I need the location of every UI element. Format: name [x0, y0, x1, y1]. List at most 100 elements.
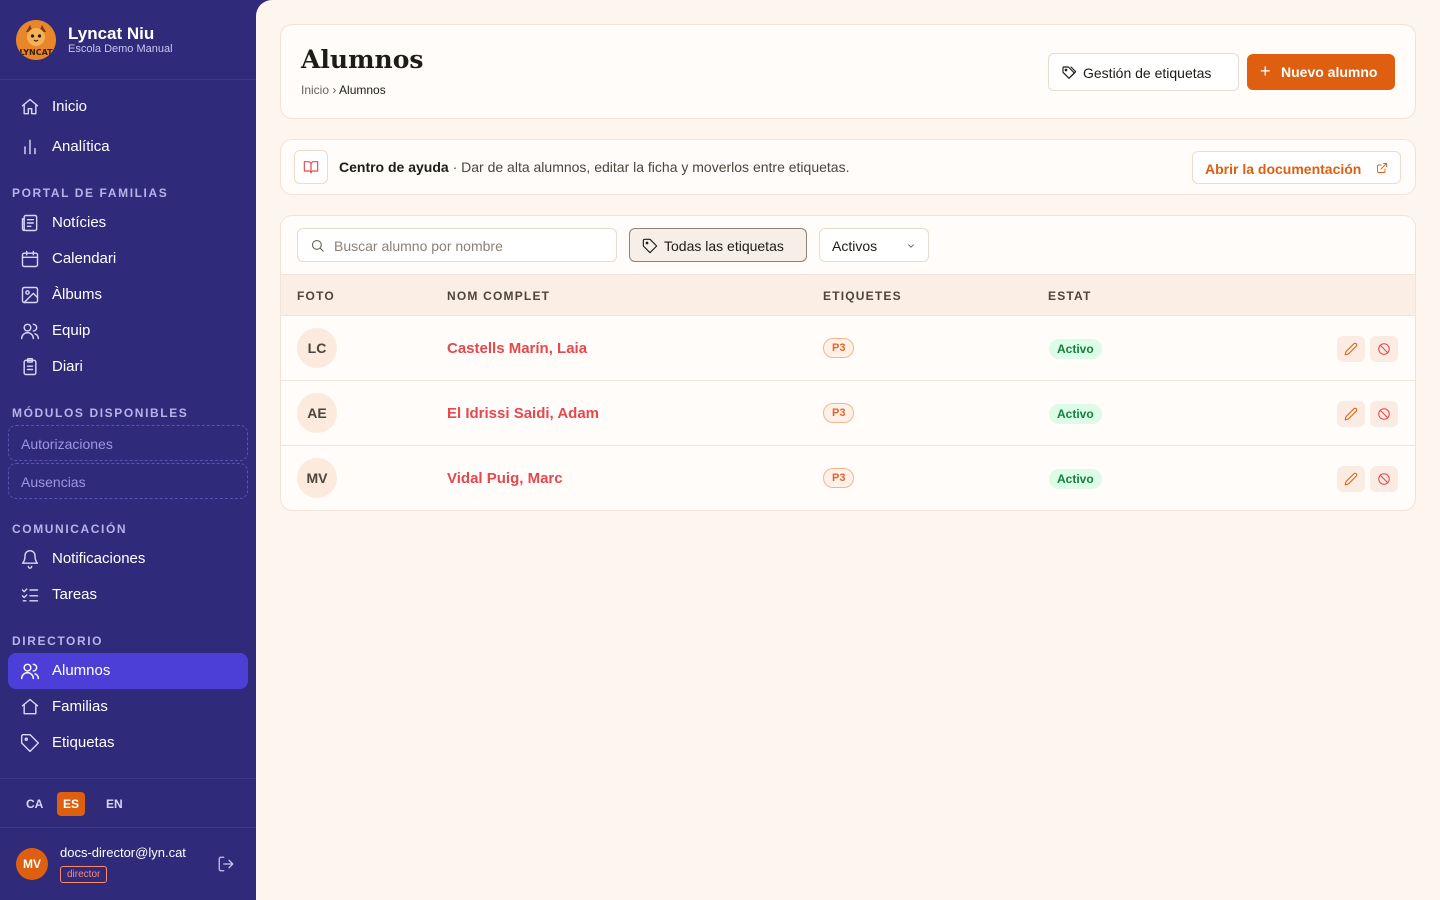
status-select-value: Activos [832, 238, 878, 254]
sidebar-item-noticies[interactable]: Notícies [8, 205, 248, 241]
tag-badge: P3 [823, 403, 855, 423]
page-title: Alumnos [301, 45, 424, 74]
external-link-icon [1377, 163, 1387, 173]
breadcrumb-current: Alumnos [339, 83, 386, 97]
sidebar-item-calendari[interactable]: Calendari [8, 241, 248, 277]
newspaper-icon [20, 213, 40, 233]
edit-button[interactable] [1337, 401, 1365, 427]
tag-filter-label: Todas las etiquetas [664, 238, 784, 254]
module-label: Autorizaciones [21, 436, 113, 452]
ban-icon [1378, 343, 1390, 355]
image-icon [20, 285, 40, 305]
new-student-button[interactable]: + Nuevo alumno [1247, 54, 1395, 90]
brand-header: LYNCAT Lyncat Niu Escola Demo Manual [0, 0, 256, 80]
language-switcher: CA ES EN [0, 778, 256, 828]
sidebar-item-alumnos[interactable]: Alumnos [8, 653, 248, 689]
sidebar-item-tareas[interactable]: Tareas [8, 577, 248, 613]
module-label: Ausencias [21, 474, 86, 490]
plus-icon: + [1260, 61, 1271, 81]
table-row[interactable]: LC Castells Marín, Laia P3 Activo [281, 316, 1415, 381]
sidebar-item-label: Notícies [52, 214, 107, 231]
sidebar-item-familias[interactable]: Familias [8, 689, 248, 725]
students-table-card: Todas las etiquetas Activos FOTO NOM COM… [280, 215, 1416, 511]
sidebar-item-diari[interactable]: Diari [8, 349, 248, 385]
table-row[interactable]: AE El Idrissi Saidi, Adam P3 Activo [281, 381, 1415, 446]
table-row[interactable]: MV Vidal Puig, Marc P3 Activo [281, 446, 1415, 510]
breadcrumb-separator: › [332, 83, 337, 97]
sidebar-item-label: Alumnos [52, 662, 111, 679]
tag-badge: P3 [823, 338, 855, 358]
manage-tags-button[interactable]: Gestión de etiquetas [1048, 53, 1239, 91]
module-autorizaciones[interactable]: Autorizaciones [8, 425, 248, 461]
deactivate-button[interactable] [1370, 466, 1398, 492]
sidebar-item-label: Inicio [52, 98, 88, 115]
sidebar-item-analitica[interactable]: Analítica [8, 129, 248, 165]
sidebar-item-label: Familias [52, 698, 108, 715]
new-student-label: Nuevo alumno [1281, 64, 1378, 80]
status-select[interactable]: Activos [819, 228, 929, 262]
sidebar-item-label: Etiquetas [52, 734, 115, 751]
language-ca[interactable]: CA [20, 792, 49, 816]
column-header-nom[interactable]: NOM COMPLET [447, 289, 550, 303]
column-header-estat[interactable]: ESTAT [1048, 289, 1092, 303]
tag-filter-button[interactable]: Todas las etiquetas [629, 228, 807, 262]
breadcrumb-home[interactable]: Inicio [301, 83, 329, 97]
book-open-icon [294, 150, 328, 184]
user-avatar[interactable]: MV [16, 848, 48, 880]
page-header: Alumnos Inicio › Alumnos Gestión de etiq… [280, 24, 1416, 119]
breadcrumb: Inicio › Alumnos [301, 83, 386, 97]
section-title-directorio: DIRECTORIO [12, 634, 104, 648]
bell-icon [20, 549, 40, 569]
student-avatar: MV [297, 458, 337, 498]
sidebar-item-albums[interactable]: Àlbums [8, 277, 248, 313]
tags-icon [1062, 66, 1077, 79]
sidebar-item-label: Àlbums [52, 286, 103, 303]
edit-button[interactable] [1337, 466, 1365, 492]
section-title-comunicacion: COMUNICACIÓN [12, 522, 128, 536]
sidebar-item-label: Notificaciones [52, 550, 146, 567]
tag-icon [20, 733, 40, 753]
sidebar: LYNCAT Lyncat Niu Escola Demo Manual Ini… [0, 0, 256, 900]
language-es[interactable]: ES [57, 792, 86, 816]
sidebar-item-label: Tareas [52, 586, 98, 603]
ban-icon [1378, 473, 1390, 485]
student-name-link[interactable]: El Idrissi Saidi, Adam [447, 405, 599, 422]
student-name-link[interactable]: Castells Marín, Laia [447, 340, 587, 357]
column-header-etiquetes[interactable]: ETIQUETES [823, 289, 902, 303]
home-icon [20, 697, 40, 717]
deactivate-button[interactable] [1370, 401, 1398, 427]
student-avatar: AE [297, 393, 337, 433]
sidebar-item-notificaciones[interactable]: Notificaciones [8, 541, 248, 577]
sidebar-item-label: Diari [52, 358, 83, 375]
sidebar-item-equip[interactable]: Equip [8, 313, 248, 349]
help-description: · Dar de alta alumnos, editar la ficha y… [452, 159, 850, 175]
table-header: FOTO NOM COMPLET ETIQUETES ESTAT [281, 274, 1415, 316]
search-field [297, 228, 617, 262]
tag-badge: P3 [823, 468, 855, 488]
logout-icon[interactable] [217, 855, 235, 873]
edit-button[interactable] [1337, 336, 1365, 362]
users-icon [20, 661, 40, 681]
help-banner: Centro de ayuda · Dar de alta alumnos, e… [280, 139, 1416, 195]
search-input[interactable] [334, 236, 604, 256]
sidebar-item-inicio[interactable]: Inicio [8, 89, 248, 125]
open-docs-button[interactable]: Abrir la documentación [1192, 151, 1401, 184]
pencil-icon [1344, 342, 1358, 356]
brand-logo[interactable]: LYNCAT [16, 20, 56, 60]
column-header-foto[interactable]: FOTO [297, 289, 335, 303]
help-title: Centro de ayuda [339, 159, 449, 175]
tag-icon [642, 238, 658, 254]
users-icon [20, 321, 40, 341]
brand-name: Lyncat Niu [68, 24, 155, 43]
student-avatar: LC [297, 328, 337, 368]
language-en[interactable]: EN [100, 792, 129, 816]
list-checks-icon [20, 585, 40, 605]
sidebar-item-etiquetas[interactable]: Etiquetas [8, 725, 248, 761]
section-title-portal: PORTAL DE FAMILIAS [12, 186, 169, 200]
bar-chart-icon [20, 137, 40, 157]
status-badge: Activo [1049, 339, 1102, 359]
module-ausencias[interactable]: Ausencias [8, 463, 248, 499]
status-badge: Activo [1049, 404, 1102, 424]
student-name-link[interactable]: Vidal Puig, Marc [447, 470, 563, 487]
deactivate-button[interactable] [1370, 336, 1398, 362]
